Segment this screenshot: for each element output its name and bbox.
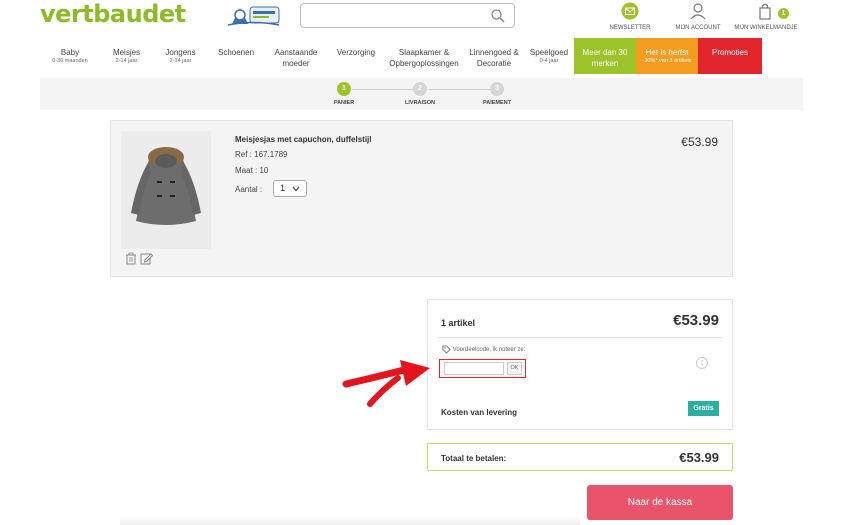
promo-code-input[interactable] <box>444 362 504 375</box>
nav-label: Speelgoed <box>529 48 569 57</box>
nav-speelgoed[interactable]: Speelgoed 0-4 jaar <box>524 38 574 74</box>
divider <box>438 337 722 338</box>
nav-verzorging[interactable]: Verzorging <box>328 38 384 74</box>
search-box[interactable] <box>300 3 515 28</box>
step-label: PAIEMENT <box>482 100 511 106</box>
nav-label: Meisjes <box>112 48 141 57</box>
edit-icon[interactable] <box>140 252 153 265</box>
shipping-free-badge: Gratis <box>688 401 719 416</box>
trust-badge-icon <box>227 6 280 26</box>
quantity-value: 1 <box>280 183 286 193</box>
quantity-label: Aantal : <box>235 185 263 194</box>
step-livraison: 2 LIVRAISON <box>390 82 450 106</box>
promo-code-label: Voordeelcode, ik noteer ze: <box>442 345 525 354</box>
trash-icon[interactable] <box>125 252 137 265</box>
cart-link[interactable]: 1 MIJN WINKELMANDJE <box>731 2 801 31</box>
product-image[interactable] <box>121 131 211 249</box>
item-count: 1 artikel <box>441 318 476 328</box>
shipping-label: Kosten van levering <box>441 408 518 417</box>
nav-sub: 0-4 jaar <box>539 58 559 64</box>
account-label: MIJN ACCOUNT <box>675 25 721 31</box>
site-header: vertbaudet NEWSLETTER MIJN ACCOUNT 1 MIJ… <box>0 0 847 36</box>
nav-slaapkamer[interactable]: Slaapkamer & Opbergoplossingen <box>384 38 464 74</box>
info-icon[interactable] <box>696 357 708 369</box>
nav-sub: 0-36 maanden <box>52 58 88 64</box>
nav-promoties[interactable]: Promoties <box>698 38 762 74</box>
search-input[interactable] <box>309 4 489 26</box>
nav-sub: 2-14 jaar <box>115 58 138 64</box>
vertbaudet-logo[interactable]: vertbaudet <box>40 0 186 28</box>
total-label: Totaal te betalen: <box>441 454 507 463</box>
subtotal-price: €53.99 <box>673 312 719 329</box>
page-bottom-shadow <box>120 517 580 525</box>
nav-label: Promoties <box>711 48 748 57</box>
newsletter-icon <box>621 2 639 20</box>
user-icon <box>690 3 706 20</box>
step-number: 2 <box>413 82 427 96</box>
product-price: €53.99 <box>681 135 718 149</box>
cart-item: Meisjesjas met capuchon, duffelstijl Ref… <box>110 120 733 277</box>
nav-herfst[interactable]: Het is herfst -30%* van 3 artikels <box>636 38 698 74</box>
quantity-select[interactable]: 1 <box>273 180 307 197</box>
total-row: Totaal te betalen: €53.99 <box>427 443 733 471</box>
product-title[interactable]: Meisjesjas met capuchon, duffelstijl <box>235 135 371 144</box>
step-number: 3 <box>490 82 504 96</box>
newsletter-link[interactable]: NEWSLETTER <box>595 2 665 31</box>
step-number: 1 <box>337 82 351 96</box>
order-summary: 1 artikel €53.99 Voordeelcode, ik noteer… <box>427 299 733 430</box>
checkout-progress: 1 PANIER 2 LIVRAISON 3 PAIEMENT <box>40 78 803 110</box>
nav-label: Het is herfst <box>645 48 689 57</box>
checkout-button[interactable]: Naar de kassa <box>587 485 733 520</box>
nav-label: Verzorging <box>336 48 376 57</box>
nav-label: Jongens <box>165 48 196 57</box>
product-size: Maat : 10 <box>235 166 269 175</box>
nav-label: Meer dan 30 merken <box>582 48 628 68</box>
chevron-down-icon <box>292 186 300 192</box>
cart-count-badge: 1 <box>778 8 789 19</box>
total-price: €53.99 <box>679 450 719 465</box>
shopping-bag-icon <box>759 3 771 20</box>
promo-code-text: Voordeelcode, ik noteer ze: <box>452 347 526 354</box>
nav-label: Linnengoed & Decoratie <box>469 48 519 68</box>
newsletter-label: NEWSLETTER <box>609 25 651 31</box>
nav-baby[interactable]: Baby 0-36 maanden <box>40 38 100 74</box>
nav-aanstaande-moeder[interactable]: Aanstaande moeder <box>264 38 328 74</box>
step-panier: 1 PANIER <box>314 82 374 106</box>
nav-label: Schoenen <box>217 48 255 57</box>
nav-merken[interactable]: Meer dan 30 merken <box>574 38 636 74</box>
nav-meisjes[interactable]: Meisjes 2-14 jaar <box>100 38 153 74</box>
nav-label: Baby <box>60 48 80 57</box>
nav-schoenen[interactable]: Schoenen <box>208 38 264 74</box>
account-link[interactable]: MIJN ACCOUNT <box>663 2 733 31</box>
red-arrow-icon <box>342 360 430 407</box>
nav-sub: 2-14 jaar <box>169 58 192 64</box>
promo-code-highlight: OK <box>439 359 526 378</box>
cart-label: MIJN WINKELMANDJE <box>734 25 798 31</box>
product-ref: Ref : 167.1789 <box>235 150 288 159</box>
main-nav: Baby 0-36 maanden Meisjes 2-14 jaar Jongen… <box>40 38 803 74</box>
nav-jongens[interactable]: Jongens 2-14 jaar <box>153 38 208 74</box>
nav-linnengoed[interactable]: Linnengoed & Decoratie <box>464 38 524 74</box>
nav-label: Aanstaande moeder <box>274 48 318 68</box>
promo-ok-button[interactable]: OK <box>507 362 522 375</box>
step-paiement: 3 PAIEMENT <box>467 82 527 106</box>
nav-sub: -30%* van 3 artikels <box>642 58 692 64</box>
tag-icon <box>442 345 451 354</box>
search-icon[interactable] <box>490 8 506 24</box>
step-label: PANIER <box>333 100 355 106</box>
step-label: LIVRAISON <box>405 100 435 106</box>
nav-label: Slaapkamer & Opbergoplossingen <box>389 48 459 68</box>
